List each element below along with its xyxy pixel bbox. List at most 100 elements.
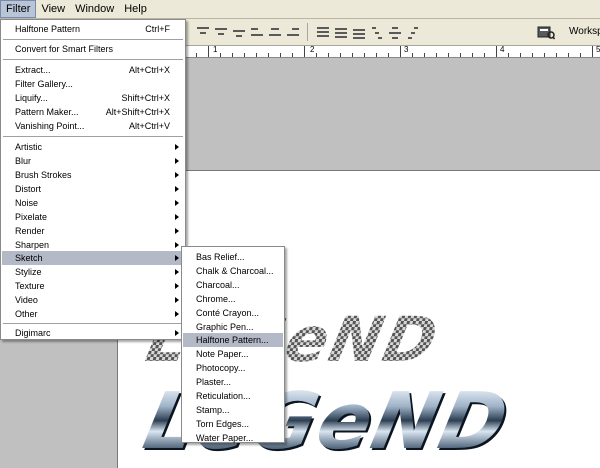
submenu-item-chalk-charcoal[interactable]: Chalk & Charcoal... — [183, 264, 283, 278]
menu-item-label: Blur — [15, 156, 32, 166]
ruler-tick — [280, 53, 281, 57]
align-top-icon[interactable] — [196, 25, 210, 39]
menu-item-label: Brush Strokes — [15, 170, 72, 180]
menu-item-sharpen[interactable]: Sharpen — [2, 238, 184, 252]
submenu-item-plaster[interactable]: Plaster... — [183, 375, 283, 389]
shortcut-label: Alt+Ctrl+X — [128, 65, 170, 75]
menu-item-label: Stylize — [15, 267, 42, 277]
submenu-arrow-icon — [175, 311, 179, 317]
align-left-icon[interactable] — [250, 25, 264, 39]
submenu-item-reticulation[interactable]: Reticulation... — [183, 389, 283, 403]
menu-item-label: Other — [15, 309, 38, 319]
ruler-label: 2 — [310, 46, 315, 54]
menu-item-label: Halftone Pattern — [15, 24, 81, 34]
submenu-item-bas-relief[interactable]: Bas Relief... — [183, 250, 283, 264]
distribute-left-icon[interactable] — [370, 25, 384, 39]
horizontal-ruler: 1 2 3 4 5 — [180, 46, 600, 58]
options-bar: Worksp — [180, 19, 600, 46]
menu-item-render[interactable]: Render — [2, 224, 184, 238]
menu-separator — [3, 59, 183, 60]
menu-item-label: Noise — [15, 198, 39, 208]
submenu-item-stamp[interactable]: Stamp... — [183, 403, 283, 417]
ruler-label: 1 — [213, 46, 218, 54]
ruler-tick — [424, 53, 425, 57]
menu-item-blur[interactable]: Blur — [2, 154, 184, 168]
submenu-arrow-icon — [175, 255, 179, 261]
submenu-item-graphic-pen[interactable]: Graphic Pen... — [183, 320, 283, 334]
shortcut-label: Alt+Ctrl+V — [128, 121, 170, 131]
menu-item-noise[interactable]: Noise — [2, 196, 184, 210]
ruler-tick — [460, 53, 461, 57]
menu-item-digimarc[interactable]: Digimarc — [2, 326, 184, 340]
menu-item-texture[interactable]: Texture — [2, 279, 184, 293]
menu-item-filter-gallery[interactable]: Filter Gallery... — [2, 77, 184, 91]
distribute-vcenter-icon[interactable] — [334, 25, 348, 39]
ruler-tick — [208, 46, 209, 57]
submenu-arrow-icon — [175, 242, 179, 248]
toolbar-separator — [307, 23, 308, 41]
menu-item-pixelate[interactable]: Pixelate — [2, 210, 184, 224]
ruler-tick — [412, 53, 413, 57]
menu-item-vanishing-point[interactable]: Vanishing Point... Alt+Ctrl+V — [2, 119, 184, 133]
menu-item-label: Sharpen — [15, 240, 50, 250]
ruler-label: 5 — [596, 46, 600, 54]
ruler-tick — [388, 53, 389, 57]
distribute-hcenter-icon[interactable] — [388, 25, 402, 39]
menu-item-convert-smart-filters[interactable]: Convert for Smart Filters — [2, 42, 184, 56]
menu-filter[interactable]: Filter — [0, 0, 37, 18]
distribute-top-icon[interactable] — [316, 25, 330, 39]
shortcut-label: Ctrl+F — [145, 24, 170, 34]
submenu-item-water-paper[interactable]: Water Paper... — [183, 431, 283, 445]
menu-view[interactable]: View — [36, 0, 70, 18]
distribute-bottom-icon[interactable] — [352, 25, 366, 39]
submenu-arrow-icon — [175, 297, 179, 303]
ruler-tick — [436, 53, 437, 57]
menu-item-extract[interactable]: Extract... Alt+Ctrl+X — [2, 63, 184, 77]
menu-item-liquify[interactable]: Liquify... Shift+Ctrl+X — [2, 91, 184, 105]
ruler-tick — [568, 53, 569, 57]
menu-item-pattern-maker[interactable]: Pattern Maker... Alt+Shift+Ctrl+X — [2, 105, 184, 119]
submenu-item-photocopy[interactable]: Photocopy... — [183, 361, 283, 375]
menu-window[interactable]: Window — [70, 0, 119, 18]
ruler-tick — [532, 53, 533, 57]
align-vcenter-icon[interactable] — [214, 25, 228, 39]
menu-item-label: Digimarc — [15, 328, 51, 338]
align-right-icon[interactable] — [286, 25, 300, 39]
menu-item-label: Render — [15, 226, 45, 236]
menu-item-label: Sketch — [15, 253, 43, 263]
menu-item-sketch[interactable]: Sketch — [2, 251, 184, 265]
submenu-arrow-icon — [175, 172, 179, 178]
ruler-tick — [556, 53, 557, 57]
submenu-item-note-paper[interactable]: Note Paper... — [183, 347, 283, 361]
workspace-icon[interactable] — [537, 24, 555, 40]
menu-help[interactable]: Help — [119, 0, 152, 18]
submenu-item-chrome[interactable]: Chrome... — [183, 292, 283, 306]
submenu-arrow-icon — [175, 144, 179, 150]
menu-item-other[interactable]: Other — [2, 307, 184, 321]
menu-item-video[interactable]: Video — [2, 293, 184, 307]
submenu-item-torn-edges[interactable]: Torn Edges... — [183, 417, 283, 431]
submenu-item-charcoal[interactable]: Charcoal... — [183, 278, 283, 292]
menu-separator — [3, 39, 183, 40]
menu-item-brush-strokes[interactable]: Brush Strokes — [2, 168, 184, 182]
workspace-label[interactable]: Worksp — [569, 26, 600, 37]
menu-item-distort[interactable]: Distort — [2, 182, 184, 196]
submenu-arrow-icon — [175, 269, 179, 275]
ruler-tick — [244, 53, 245, 57]
submenu-item-conte-crayon[interactable]: Conté Crayon... — [183, 306, 283, 320]
menu-item-label: Vanishing Point... — [15, 121, 85, 131]
submenu-item-halftone-pattern[interactable]: Halftone Pattern... — [183, 333, 283, 347]
menu-item-stylize[interactable]: Stylize — [2, 265, 184, 279]
ruler-tick — [496, 46, 497, 57]
align-bottom-icon[interactable] — [232, 25, 246, 39]
menu-item-last-filter[interactable]: Halftone Pattern Ctrl+F — [2, 22, 184, 36]
menu-separator — [3, 136, 183, 137]
menu-item-artistic[interactable]: Artistic — [2, 140, 184, 154]
distribute-right-icon[interactable] — [406, 25, 420, 39]
ruler-tick — [364, 53, 365, 57]
shortcut-label: Shift+Ctrl+X — [121, 93, 170, 103]
ruler-tick — [292, 53, 293, 57]
align-hcenter-icon[interactable] — [268, 25, 282, 39]
ruler-tick — [376, 53, 377, 57]
ruler-tick — [580, 53, 581, 57]
